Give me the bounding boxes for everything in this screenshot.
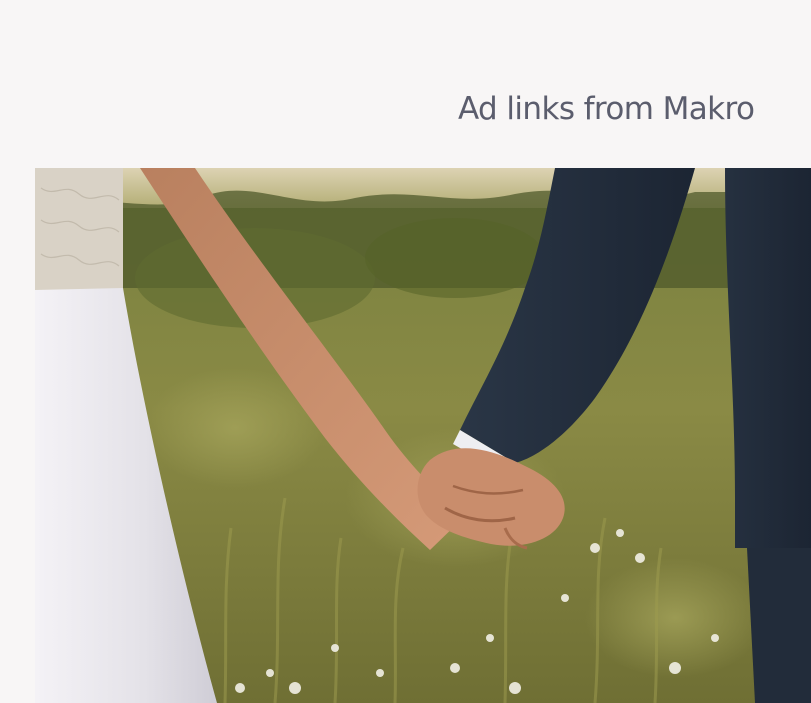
ad-image-couple-holding-hands[interactable] [35,168,811,703]
ad-links-header: Ad links from Makro [458,91,755,127]
lace-bodice [35,168,123,290]
couple-holding-hands-illustration [35,168,811,703]
groom-trousers [747,548,811,703]
